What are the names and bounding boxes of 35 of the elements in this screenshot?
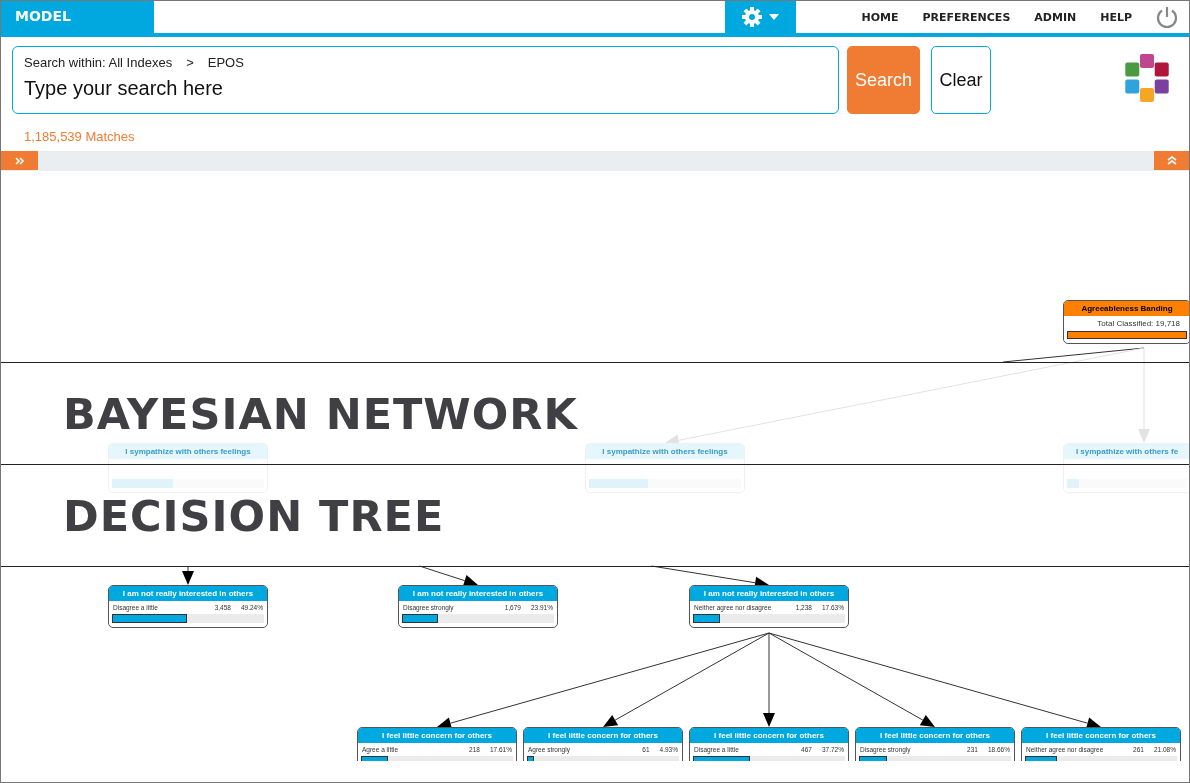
settings-menu-button[interactable] [724, 1, 796, 33]
search-scope: Search within: All Indexes [24, 55, 173, 70]
caret-icon [769, 14, 779, 20]
double-chevron-right-icon [14, 156, 25, 165]
nav-link[interactable]: PREFERENCES [922, 10, 1011, 24]
gear-icon [741, 6, 763, 28]
app-title: MODEL [1, 1, 154, 33]
double-chevron-up-icon [1166, 156, 1177, 165]
node-title: I feel little concern for others [358, 728, 516, 743]
collapse-button[interactable] [1154, 151, 1189, 170]
node-title: I am not really interested in others [109, 586, 267, 601]
tree-node[interactable]: Agreeableness Banding Total Classified: 19,718 [1063, 300, 1189, 344]
node-title: I sympathize with others feelings [586, 444, 744, 459]
node-title: Agreeableness Banding [1064, 301, 1189, 316]
power-icon[interactable] [1155, 5, 1179, 29]
node-title: I sympathize with others feelings [109, 444, 267, 459]
node-title: I am not really interested in others [399, 586, 557, 601]
nav-link[interactable]: ADMIN [1034, 10, 1077, 24]
index-name: EPOS [207, 55, 244, 70]
nav-link[interactable]: HELP [1100, 10, 1132, 24]
breadcrumb-separator: > [186, 55, 194, 70]
node-summary: Total Classified: 19,718 [1096, 318, 1181, 330]
node-title: I feel little concern for others [856, 728, 1014, 743]
expand-button[interactable] [1, 151, 38, 170]
search-field[interactable]: Search within: All Indexes > EPOS Type your search here [12, 46, 839, 114]
node-title: I feel little concern for others [524, 728, 682, 743]
node-title: I sympathize with others fe [1064, 444, 1189, 459]
node-title: I feel little concern for others [1022, 728, 1180, 743]
banner-title: DECISION TREE [63, 490, 445, 541]
clear-button[interactable]: Clear [931, 46, 991, 114]
node-title: I feel little concern for others [690, 728, 848, 743]
match-count: 1,185,539 Matches [24, 129, 136, 144]
node-title: I am not really interested in others [690, 586, 848, 601]
nav-link[interactable]: HOME [861, 10, 899, 24]
banner-title: BAYESIAN NETWORK [63, 388, 578, 439]
